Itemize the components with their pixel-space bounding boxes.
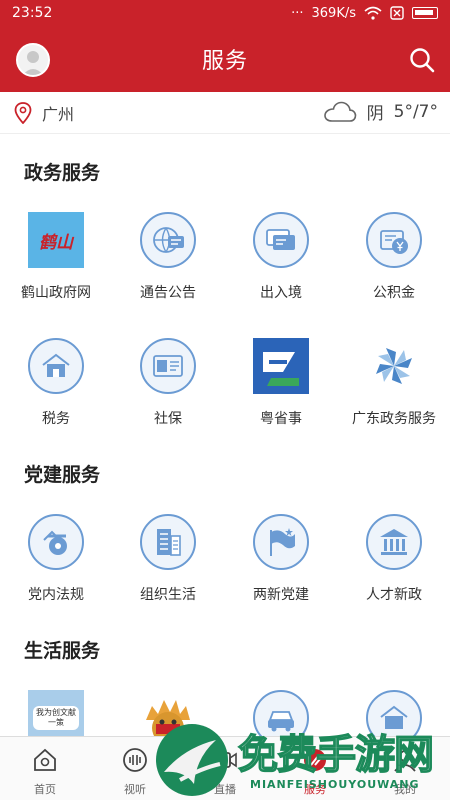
tab-label: 我的 (394, 783, 416, 796)
car-icon (253, 690, 309, 736)
whistle-icon (28, 514, 84, 570)
flag-icon (253, 514, 309, 570)
poster-text: 我为创文献一策 (33, 706, 79, 730)
location-pin-icon[interactable] (14, 101, 32, 124)
service-heshan-gov[interactable]: 鹤山 鹤山政府网 (0, 212, 112, 302)
tab-label: 直播 (214, 783, 236, 796)
service-label: 鹤山政府网 (21, 285, 91, 301)
service-housing-fund[interactable]: 公积金 (338, 212, 450, 302)
avatar[interactable] (16, 43, 50, 77)
battery-icon (412, 7, 438, 19)
lion-mascot-icon (140, 690, 196, 736)
service-two-new-party[interactable]: 两新党建 (225, 514, 337, 604)
service-guangdong-gov[interactable]: 广东政务服务 (338, 338, 450, 428)
service-organization-life[interactable]: 组织生活 (112, 514, 224, 604)
default-avatar-icon (22, 51, 44, 75)
status-bar: 23:52 ··· 369K/s (0, 0, 450, 26)
poster-icon: 我为创文献一策 (28, 690, 84, 736)
service-label: 公积金 (373, 285, 415, 301)
service-label: 广东政务服务 (352, 411, 436, 427)
service-icon (304, 749, 326, 771)
status-time: 23:52 (12, 5, 53, 21)
service-traffic[interactable] (225, 690, 337, 736)
service-label: 党内法规 (28, 587, 84, 603)
service-talent-policy[interactable]: 人才新政 (338, 514, 450, 604)
weather-widget[interactable]: 阴 5°/7° (323, 99, 438, 124)
building-doc-icon (140, 514, 196, 570)
fund-icon (366, 212, 422, 268)
service-label: 通告公告 (140, 285, 196, 301)
temperature: 5°/7° (393, 101, 438, 122)
section-title-life: 生活服务 (24, 640, 101, 662)
tab-live[interactable]: 直播 (180, 737, 270, 800)
live-icon (213, 752, 237, 768)
home-icon (34, 748, 56, 771)
service-label: 组织生活 (140, 587, 196, 603)
service-label: 粤省事 (260, 411, 302, 427)
hall-icon (366, 514, 422, 570)
service-label: 税务 (42, 411, 70, 427)
location-bar: 广州 阴 5°/7° (0, 92, 450, 134)
heshan-logo-text: 鹤山 (39, 232, 73, 253)
tab-label: 视听 (124, 783, 146, 796)
announcement-icon (140, 212, 196, 268)
house-icon (366, 690, 422, 736)
heshan-logo-icon: 鹤山 (28, 212, 84, 268)
service-tax[interactable]: 税务 (0, 338, 112, 428)
tab-label: 首页 (34, 783, 56, 796)
social-security-card-icon (140, 338, 196, 394)
audio-icon (123, 748, 147, 772)
service-lion-mascot[interactable] (112, 690, 224, 736)
service-civilization-poster[interactable]: 我为创文献一策 (0, 690, 112, 736)
tab-services[interactable]: 服务 (270, 737, 360, 800)
status-indicators: ··· 369K/s (291, 6, 438, 21)
tab-audio-video[interactable]: 视听 (90, 737, 180, 800)
wifi-icon (364, 6, 382, 20)
service-label: 出入境 (260, 285, 302, 301)
city-name[interactable]: 广州 (42, 101, 74, 125)
page-title: 服务 (201, 49, 248, 74)
bottom-tab-bar: 首页 视听 直播 服务 我的 (0, 736, 450, 800)
guangdong-gov-icon (366, 338, 422, 394)
service-social-security[interactable]: 社保 (112, 338, 224, 428)
yueshengshi-app-icon (253, 338, 309, 394)
service-party-regulations[interactable]: 党内法规 (0, 514, 112, 604)
section-title-party: 党建服务 (24, 464, 101, 486)
search-icon[interactable] (408, 46, 436, 74)
service-yueshengshi[interactable]: 粤省事 (225, 338, 337, 428)
user-icon (394, 750, 416, 772)
passport-cards-icon (253, 212, 309, 268)
service-immigration[interactable]: 出入境 (225, 212, 337, 302)
service-label: 两新党建 (253, 587, 309, 603)
network-speed: 369K/s (311, 5, 357, 21)
status-dots: ··· (291, 5, 304, 21)
no-sim-icon (390, 6, 404, 20)
services-content[interactable]: 政务服务 鹤山 鹤山政府网 通告公告 出入境 公积金 税务 社保 粤省事 广东政… (0, 134, 450, 736)
service-label: 人才新政 (366, 587, 422, 603)
service-label: 社保 (154, 411, 182, 427)
tax-house-icon (28, 338, 84, 394)
tab-mine[interactable]: 我的 (360, 737, 450, 800)
app-header: 服务 (0, 26, 450, 92)
service-housing[interactable] (338, 690, 450, 736)
cloud-icon (323, 101, 356, 122)
section-title-gov: 政务服务 (24, 162, 101, 184)
service-announcements[interactable]: 通告公告 (112, 212, 224, 302)
tab-label: 服务 (304, 783, 326, 796)
weather-condition: 阴 (366, 104, 384, 124)
tab-home[interactable]: 首页 (0, 737, 90, 800)
